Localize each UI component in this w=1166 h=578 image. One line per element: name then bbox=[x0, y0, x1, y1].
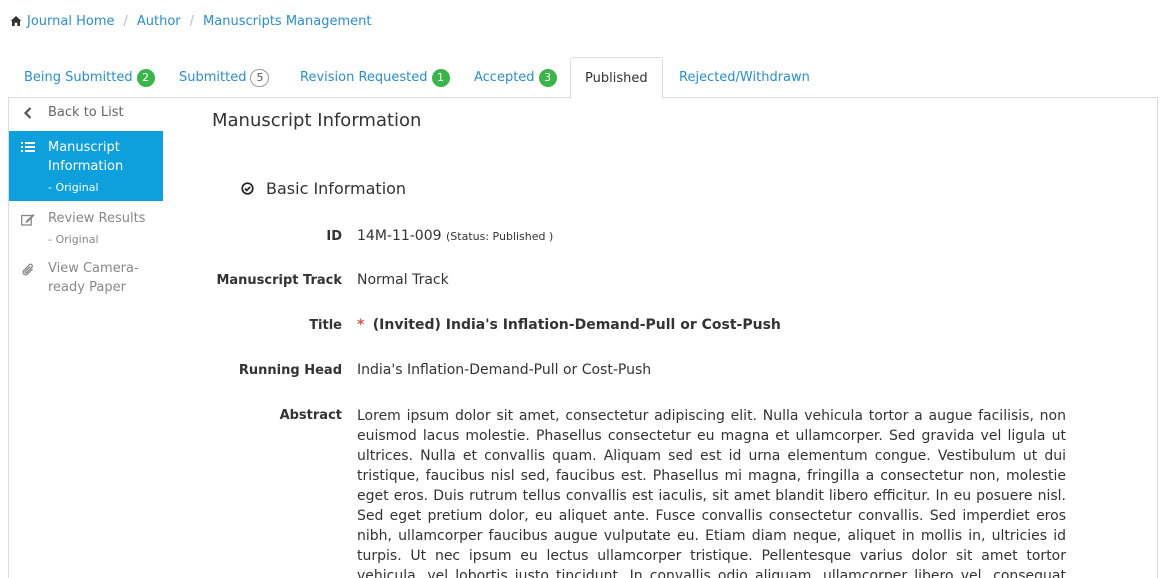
edit-icon bbox=[21, 212, 35, 226]
tab-label: Revision Requested bbox=[300, 70, 428, 85]
sidebar-item-review-results[interactable]: Review Results - Original bbox=[9, 201, 163, 253]
running-head-value: India's Inflation-Demand-Pull or Cost-Pu… bbox=[357, 362, 652, 378]
tab-label: Accepted bbox=[474, 70, 535, 85]
page-title: Manuscript Information bbox=[212, 110, 422, 131]
count-badge: 2 bbox=[136, 68, 155, 87]
manuscript-title: (Invited) India's Inflation-Demand-Pull … bbox=[372, 317, 781, 333]
title-label: Title bbox=[309, 318, 342, 333]
breadcrumb-manuscripts-management[interactable]: Manuscripts Management bbox=[203, 14, 371, 29]
home-icon bbox=[10, 16, 22, 26]
list-icon bbox=[21, 140, 35, 154]
breadcrumb-separator: / bbox=[189, 13, 195, 29]
breadcrumb-journal-home[interactable]: Journal Home bbox=[27, 14, 114, 29]
abstract-label: Abstract bbox=[279, 408, 342, 423]
breadcrumb-author[interactable]: Author bbox=[137, 14, 181, 29]
sidebar-item-sublabel: - Original bbox=[48, 181, 99, 194]
count-badge: 5 bbox=[250, 68, 270, 87]
manuscript-id: 14M-11-009 bbox=[357, 228, 442, 244]
status-tabs: Being Submitted 2 Submitted 5 Revision R… bbox=[8, 57, 1158, 99]
check-circle-icon bbox=[241, 182, 254, 195]
tab-published[interactable]: Published bbox=[570, 57, 663, 99]
section-heading-basic-information: Basic Information bbox=[241, 179, 406, 198]
sidebar-item-camera-ready-paper[interactable]: View Camera-ready Paper bbox=[9, 253, 163, 297]
breadcrumb: Journal Home / Author / Manuscripts Mana… bbox=[10, 12, 371, 30]
tab-label: Being Submitted bbox=[24, 70, 133, 85]
chevron-left-icon bbox=[21, 106, 35, 120]
manuscript-track-value: Normal Track bbox=[357, 272, 449, 288]
paperclip-icon bbox=[21, 262, 35, 276]
tab-label: Rejected/Withdrawn bbox=[679, 70, 810, 85]
running-head-label: Running Head bbox=[238, 363, 342, 378]
title-value-row: * (Invited) India's Inflation-Demand-Pul… bbox=[357, 317, 781, 333]
sidebar-item-label: Manuscript Information bbox=[48, 140, 124, 174]
manuscript-track-label: Manuscript Track bbox=[216, 273, 342, 288]
main-content: Manuscript Information Basic Information… bbox=[212, 110, 1072, 578]
tab-label: Published bbox=[585, 70, 648, 86]
tab-revision-requested[interactable]: Revision Requested 1 bbox=[300, 57, 450, 98]
section-title: Basic Information bbox=[266, 179, 407, 198]
count-badge: 1 bbox=[431, 68, 450, 87]
sidebar: Back to List Manuscript Information - Or… bbox=[9, 98, 163, 297]
required-marker: * bbox=[357, 317, 365, 333]
sidebar-item-sublabel: - Original bbox=[48, 233, 99, 246]
id-value-row: 14M-11-009 (Status: Published ) bbox=[357, 228, 553, 244]
tab-accepted[interactable]: Accepted 3 bbox=[474, 57, 557, 98]
sidebar-item-manuscript-information[interactable]: Manuscript Information - Original bbox=[9, 131, 163, 201]
id-label: ID bbox=[326, 229, 342, 244]
sidebar-item-label: View Camera-ready Paper bbox=[48, 261, 139, 295]
count-badge: 3 bbox=[538, 68, 557, 87]
tab-being-submitted[interactable]: Being Submitted 2 bbox=[24, 57, 155, 98]
abstract-text: Lorem ipsum dolor sit amet, consectetur … bbox=[357, 408, 1066, 578]
back-to-list-link[interactable]: Back to List bbox=[9, 98, 163, 128]
back-label: Back to List bbox=[48, 105, 124, 120]
tab-label: Submitted bbox=[179, 70, 247, 85]
tab-rejected-withdrawn[interactable]: Rejected/Withdrawn bbox=[679, 57, 810, 98]
status-note: (Status: Published ) bbox=[446, 230, 554, 243]
breadcrumb-separator: / bbox=[123, 13, 128, 29]
sidebar-item-label: Review Results bbox=[48, 211, 146, 226]
tab-submitted[interactable]: Submitted 5 bbox=[179, 57, 270, 98]
